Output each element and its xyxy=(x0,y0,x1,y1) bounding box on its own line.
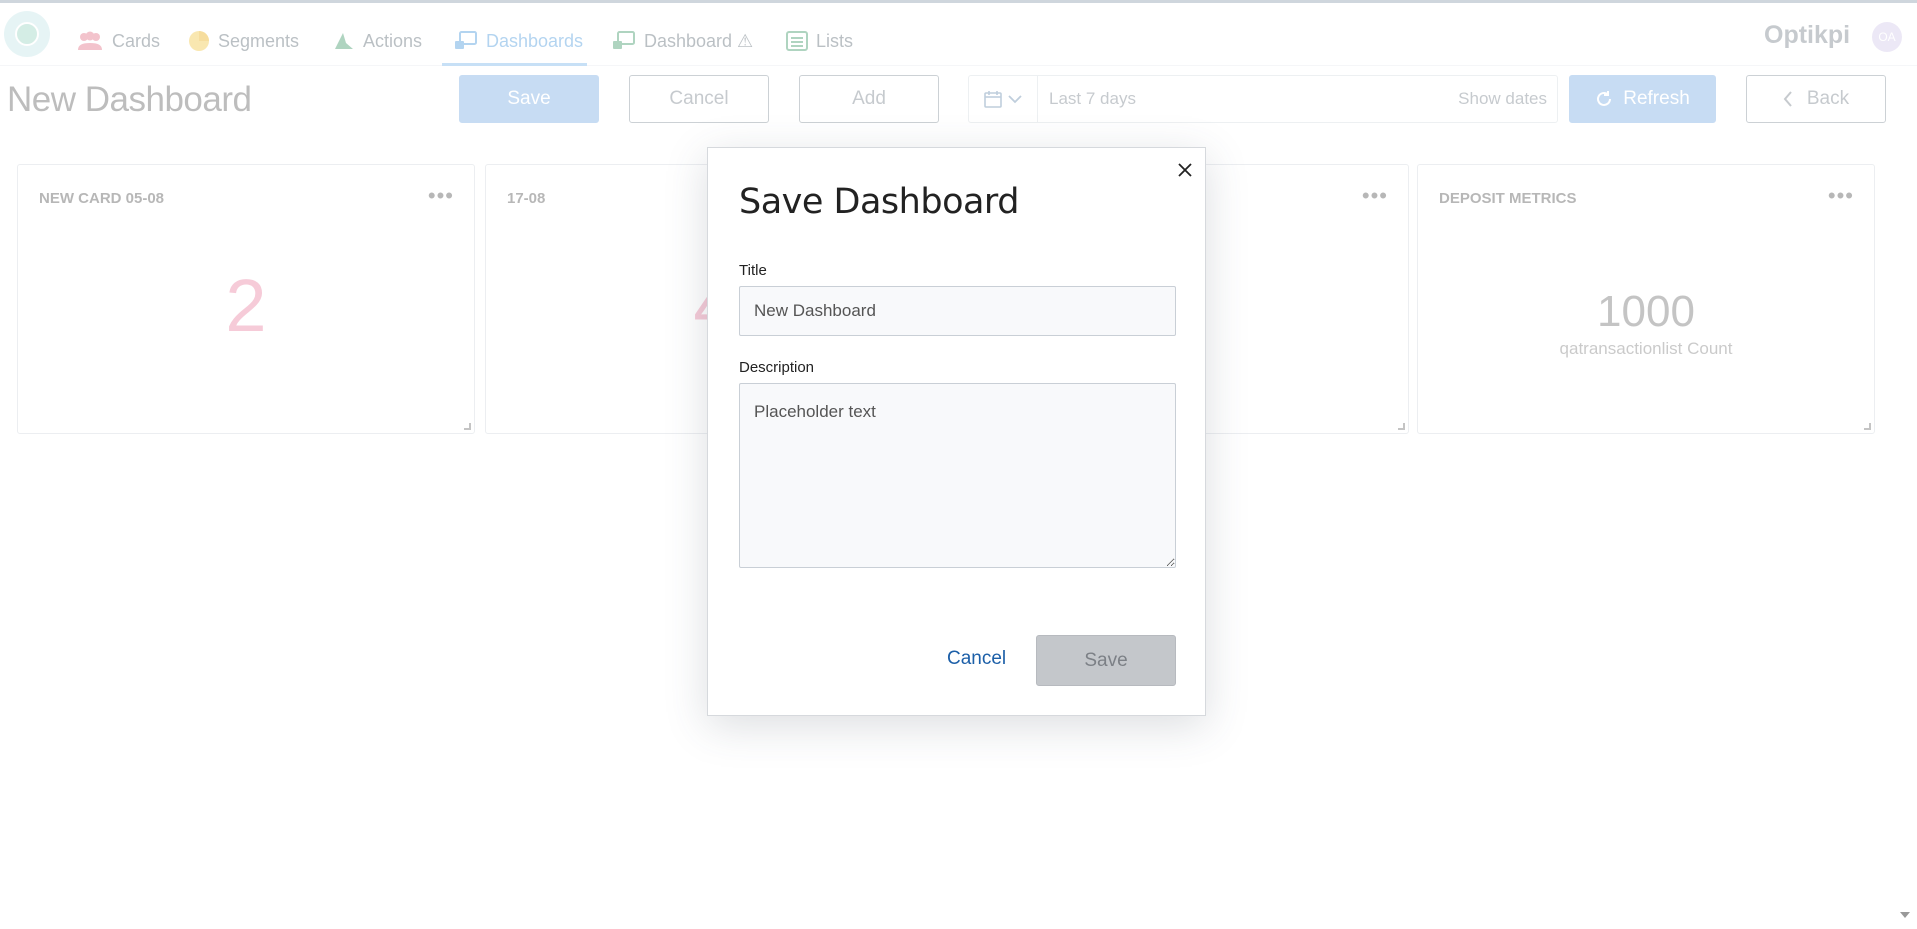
nav-item-actions[interactable]: Actions xyxy=(333,25,422,57)
dashboard-card[interactable]: NEW CARD 05-08 ••• 2 xyxy=(17,164,475,434)
refresh-button[interactable]: Refresh xyxy=(1569,75,1716,123)
page-title: New Dashboard xyxy=(7,80,252,119)
refresh-label: Refresh xyxy=(1623,88,1690,109)
back-label: Back xyxy=(1806,88,1850,109)
dialog-save-button[interactable]: Save xyxy=(1036,635,1176,686)
card-title: DEPOSIT METRICS xyxy=(1439,190,1577,207)
resize-handle-icon[interactable] xyxy=(464,423,471,430)
nav-item-lists[interactable]: Lists xyxy=(786,25,853,57)
nav-item-label: Segments xyxy=(218,30,300,51)
close-icon[interactable] xyxy=(1173,158,1197,182)
nav-item-dashboards[interactable]: Dashboards xyxy=(454,25,583,57)
nav-item-dashboard-warning[interactable]: Dashboard ⚠ xyxy=(612,25,753,57)
dashboard-card[interactable]: DEPOSIT METRICS ••• 1000 qatransactionli… xyxy=(1417,164,1875,434)
nav-item-label: Cards xyxy=(112,30,161,51)
user-avatar[interactable]: OA xyxy=(1872,22,1902,52)
date-range-picker[interactable]: Last 7 days Show dates xyxy=(968,75,1558,123)
cancel-button[interactable]: Cancel xyxy=(629,75,769,123)
pie-chart-icon xyxy=(189,31,209,51)
refresh-icon xyxy=(1597,91,1612,106)
card-title: 17-08 xyxy=(507,190,546,207)
dashboard-icon xyxy=(455,31,477,49)
nav-item-label: Actions xyxy=(363,30,423,51)
title-input[interactable] xyxy=(739,286,1176,336)
actions-icon xyxy=(335,33,353,49)
nav-item-label: Dashboard ⚠ xyxy=(644,30,754,51)
save-dashboard-dialog: Save Dashboard Title Description Placeho… xyxy=(707,147,1206,716)
dialog-title: Save Dashboard xyxy=(739,182,1019,222)
nav-item-label: Lists xyxy=(816,30,854,51)
description-label: Description xyxy=(739,359,815,376)
save-button[interactable]: Save xyxy=(459,75,599,123)
more-options-icon[interactable]: ••• xyxy=(1362,185,1388,207)
nav-item-segments[interactable]: Segments xyxy=(188,25,299,57)
resize-handle-icon[interactable] xyxy=(1864,423,1871,430)
back-button[interactable]: Back xyxy=(1746,75,1886,123)
description-textarea[interactable]: Placeholder text xyxy=(739,383,1176,568)
calendar-dropdown[interactable] xyxy=(969,76,1038,122)
nav-item-label: Dashboards xyxy=(486,30,584,51)
card-value: 1000 xyxy=(1597,287,1695,336)
scroll-down-icon[interactable] xyxy=(1900,912,1910,918)
show-dates-link[interactable]: Show dates xyxy=(1458,89,1547,109)
nav-item-cards[interactable]: Cards xyxy=(76,25,160,57)
users-icon xyxy=(78,31,102,50)
title-label: Title xyxy=(739,262,767,279)
dashboard-icon xyxy=(613,31,635,49)
top-navigation: Cards Segments Actions Dashboards Dashbo… xyxy=(0,3,1917,66)
card-subtitle: qatransactionlist Count xyxy=(1559,339,1733,358)
app-logo[interactable] xyxy=(4,11,50,57)
add-button[interactable]: Add xyxy=(799,75,939,123)
date-range-value: Last 7 days xyxy=(1049,89,1136,108)
dialog-cancel-button[interactable]: Cancel xyxy=(947,648,1006,670)
chevron-down-icon xyxy=(1008,95,1022,104)
active-tab-indicator xyxy=(442,63,587,66)
resize-handle-icon[interactable] xyxy=(1398,423,1405,430)
brand-name: Optikpi xyxy=(1764,21,1851,49)
list-icon xyxy=(786,31,808,51)
card-title: NEW CARD 05-08 xyxy=(39,190,165,207)
calendar-icon xyxy=(984,91,1002,108)
card-value: 2 xyxy=(225,264,267,347)
more-options-icon[interactable]: ••• xyxy=(428,185,454,207)
more-options-icon[interactable]: ••• xyxy=(1828,185,1854,207)
chevron-left-icon xyxy=(1783,91,1792,107)
